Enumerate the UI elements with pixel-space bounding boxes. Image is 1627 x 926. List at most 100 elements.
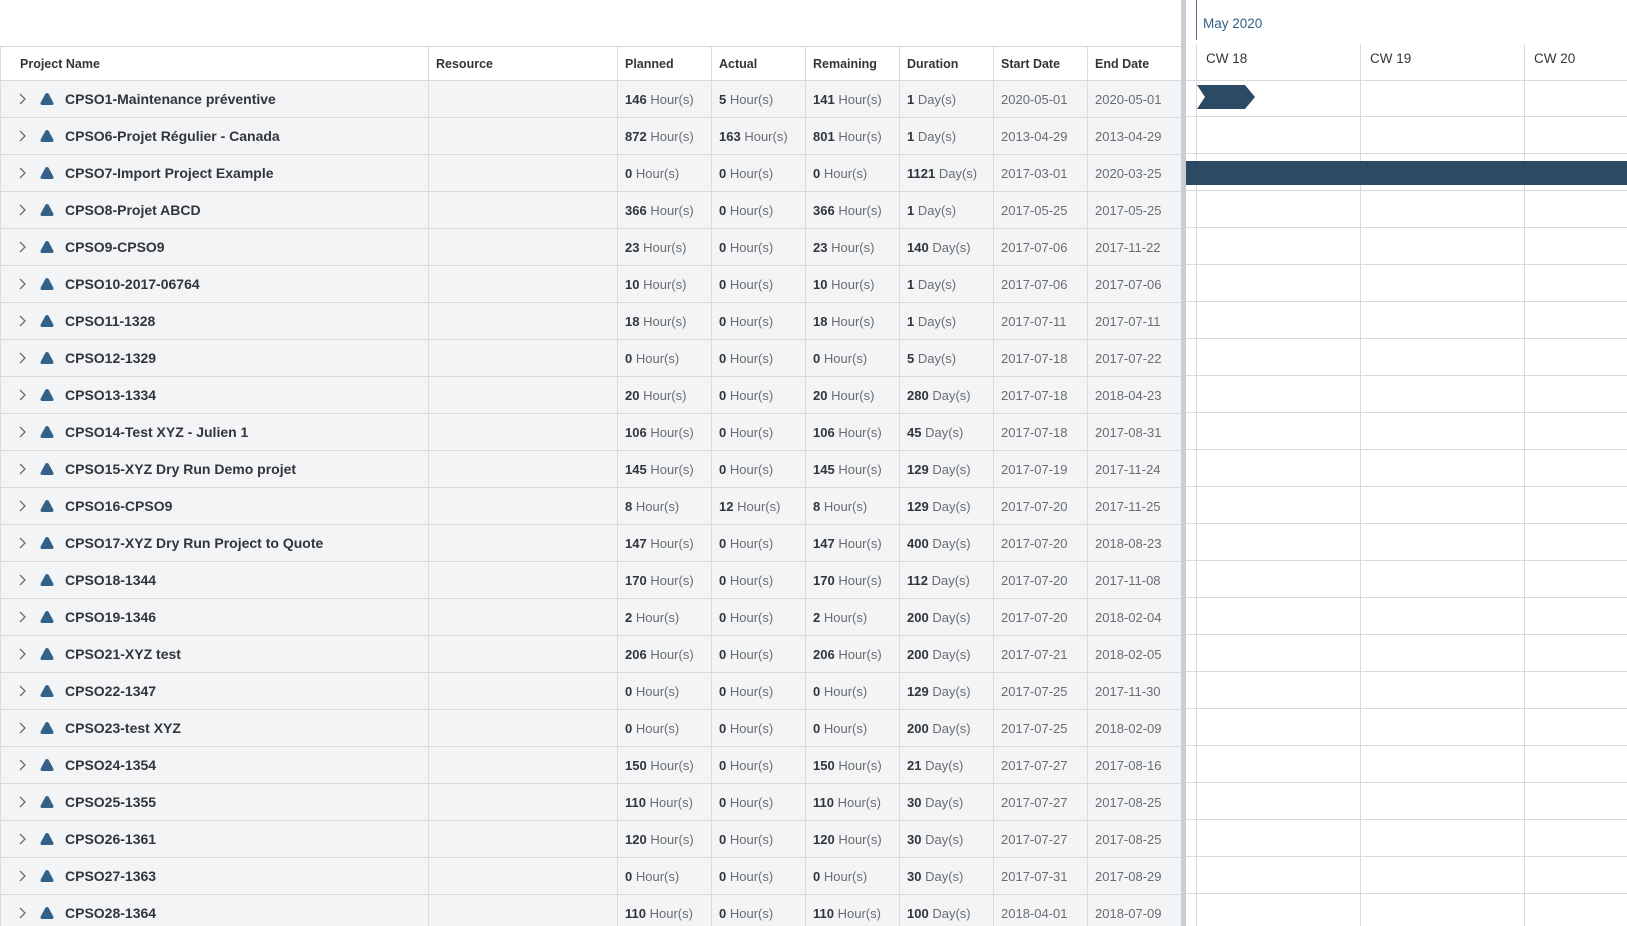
project-name[interactable]: CPSO13-1334 xyxy=(65,387,156,403)
table-row[interactable]: CPSO19-1346 2 Hour(s) 0 Hour(s) 2 Hour(s) 20… xyxy=(0,598,1182,636)
resource-cell xyxy=(428,635,618,673)
table-row[interactable]: CPSO26-1361 120 Hour(s) 0 Hour(s) 120 Hour(… xyxy=(0,820,1182,858)
expand-chevron-icon[interactable] xyxy=(15,388,29,402)
expand-chevron-icon[interactable] xyxy=(15,499,29,513)
expand-chevron-icon[interactable] xyxy=(15,647,29,661)
gantt-task-bar[interactable] xyxy=(1186,161,1627,185)
table-row[interactable]: CPSO8-Projet ABCD 366 Hour(s) 0 Hour(s) 366… xyxy=(0,191,1182,229)
expand-chevron-icon[interactable] xyxy=(15,351,29,365)
project-name[interactable]: CPSO24-1354 xyxy=(65,757,156,773)
actual-value: 0 xyxy=(719,239,727,255)
project-name[interactable]: CPSO15-XYZ Dry Run Demo projet xyxy=(65,461,296,477)
project-name[interactable]: CPSO18-1344 xyxy=(65,572,156,588)
remaining-cell: 110 Hour(s) xyxy=(805,894,900,926)
column-header-end-date[interactable]: End Date xyxy=(1087,46,1182,81)
expand-chevron-icon[interactable] xyxy=(15,758,29,772)
start-date-cell: 2017-07-18 xyxy=(993,376,1088,414)
start-date: 2013-04-29 xyxy=(1001,128,1068,144)
duration-cell: 112 Day(s) xyxy=(899,561,994,599)
column-header-project-name[interactable]: Project Name xyxy=(0,46,429,81)
expand-chevron-icon[interactable] xyxy=(15,277,29,291)
project-name[interactable]: CPSO16-CPSO9 xyxy=(65,498,172,514)
expand-chevron-icon[interactable] xyxy=(15,832,29,846)
project-name[interactable]: CPSO27-1363 xyxy=(65,868,156,884)
project-name[interactable]: CPSO22-1347 xyxy=(65,683,156,699)
table-row[interactable]: CPSO21-XYZ test 206 Hour(s) 0 Hour(s) 206 H… xyxy=(0,635,1182,673)
expand-chevron-icon[interactable] xyxy=(15,92,29,106)
table-row[interactable]: CPSO18-1344 170 Hour(s) 0 Hour(s) 170 Hour(… xyxy=(0,561,1182,599)
expand-chevron-icon[interactable] xyxy=(15,166,29,180)
column-header-start-date[interactable]: Start Date xyxy=(993,46,1088,81)
start-date: 2017-07-27 xyxy=(1001,831,1068,847)
planned-value: 0 xyxy=(625,720,633,736)
end-date: 2017-08-31 xyxy=(1095,424,1162,440)
table-row[interactable]: CPSO27-1363 0 Hour(s) 0 Hour(s) 0 Hour(s) 30… xyxy=(0,857,1182,895)
project-name[interactable]: CPSO28-1364 xyxy=(65,905,156,921)
expand-chevron-icon[interactable] xyxy=(15,462,29,476)
expand-chevron-icon[interactable] xyxy=(15,425,29,439)
table-row[interactable]: CPSO7-Import Project Example 0 Hour(s) 0 H… xyxy=(0,154,1182,192)
project-name[interactable]: CPSO7-Import Project Example xyxy=(65,165,274,181)
table-row[interactable]: CPSO17-XYZ Dry Run Project to Quote 147 H… xyxy=(0,524,1182,562)
column-header-resource[interactable]: Resource xyxy=(428,46,618,81)
project-name[interactable]: CPSO6-Projet Régulier - Canada xyxy=(65,128,280,144)
project-name[interactable]: CPSO26-1361 xyxy=(65,831,156,847)
end-date-cell: 2018-02-04 xyxy=(1087,598,1182,636)
gantt-task-bar[interactable] xyxy=(1197,85,1257,114)
expand-chevron-icon[interactable] xyxy=(15,573,29,587)
project-name[interactable]: CPSO10-2017-06764 xyxy=(65,276,200,292)
table-row[interactable]: CPSO22-1347 0 Hour(s) 0 Hour(s) 0 Hour(s) 12… xyxy=(0,672,1182,710)
table-row[interactable]: CPSO13-1334 20 Hour(s) 0 Hour(s) 20 Hour(s)… xyxy=(0,376,1182,414)
project-name[interactable]: CPSO11-1328 xyxy=(65,313,155,329)
project-name[interactable]: CPSO9-CPSO9 xyxy=(65,239,165,255)
table-row[interactable]: CPSO24-1354 150 Hour(s) 0 Hour(s) 150 Hour(… xyxy=(0,746,1182,784)
expand-chevron-icon[interactable] xyxy=(15,314,29,328)
resource-cell xyxy=(428,487,618,525)
table-row[interactable]: CPSO12-1329 0 Hour(s) 0 Hour(s) 0 Hour(s) 5 … xyxy=(0,339,1182,377)
project-name[interactable]: CPSO19-1346 xyxy=(65,609,156,625)
remaining-value: 110 xyxy=(813,905,834,921)
project-name[interactable]: CPSO12-1329 xyxy=(65,350,156,366)
expand-chevron-icon[interactable] xyxy=(15,684,29,698)
expand-chevron-icon[interactable] xyxy=(15,721,29,735)
table-row[interactable]: CPSO14-Test XYZ - Julien 1 106 Hour(s) 0 H… xyxy=(0,413,1182,451)
expand-chevron-icon[interactable] xyxy=(15,536,29,550)
table-row[interactable]: CPSO9-CPSO9 23 Hour(s) 0 Hour(s) 23 Hour(s)… xyxy=(0,228,1182,266)
remaining-cell: 0 Hour(s) xyxy=(805,709,900,747)
project-name[interactable]: CPSO1-Maintenance préventive xyxy=(65,91,276,107)
project-name[interactable]: CPSO8-Projet ABCD xyxy=(65,202,201,218)
table-row[interactable]: CPSO6-Projet Régulier - Canada 872 Hour(s… xyxy=(0,117,1182,155)
column-header-planned[interactable]: Planned xyxy=(617,46,712,81)
table-row[interactable]: CPSO10-2017-06764 10 Hour(s) 0 Hour(s) 10 H… xyxy=(0,265,1182,303)
project-type-icon xyxy=(39,831,55,847)
table-row[interactable]: CPSO15-XYZ Dry Run Demo projet 145 Hour(s… xyxy=(0,450,1182,488)
actual-value: 0 xyxy=(719,720,727,736)
table-row[interactable]: CPSO25-1355 110 Hour(s) 0 Hour(s) 110 Hour(… xyxy=(0,783,1182,821)
actual-value: 0 xyxy=(719,609,727,625)
actual-cell: 0 Hour(s) xyxy=(711,783,806,821)
project-name[interactable]: CPSO14-Test XYZ - Julien 1 xyxy=(65,424,248,440)
expand-chevron-icon[interactable] xyxy=(15,610,29,624)
expand-chevron-icon[interactable] xyxy=(15,869,29,883)
duration-cell: 400 Day(s) xyxy=(899,524,994,562)
project-name[interactable]: CPSO17-XYZ Dry Run Project to Quote xyxy=(65,535,323,551)
column-header-actual[interactable]: Actual xyxy=(711,46,806,81)
table-row[interactable]: CPSO23-test XYZ 0 Hour(s) 0 Hour(s) 0 Hour(… xyxy=(0,709,1182,747)
table-row[interactable]: CPSO16-CPSO9 8 Hour(s) 12 Hour(s) 8 Hour(s)… xyxy=(0,487,1182,525)
column-header-duration[interactable]: Duration xyxy=(899,46,994,81)
column-header-remaining[interactable]: Remaining xyxy=(805,46,900,81)
expand-chevron-icon[interactable] xyxy=(15,129,29,143)
expand-chevron-icon[interactable] xyxy=(15,795,29,809)
table-row[interactable]: CPSO28-1364 110 Hour(s) 0 Hour(s) 110 Hour(… xyxy=(0,894,1182,926)
expand-chevron-icon[interactable] xyxy=(15,203,29,217)
end-date-cell: 2018-02-09 xyxy=(1087,709,1182,747)
actual-value: 0 xyxy=(719,202,727,218)
project-name[interactable]: CPSO25-1355 xyxy=(65,794,156,810)
remaining-value: 0 xyxy=(813,720,821,736)
expand-chevron-icon[interactable] xyxy=(15,906,29,920)
table-row[interactable]: CPSO11-1328 18 Hour(s) 0 Hour(s) 18 Hour(s)… xyxy=(0,302,1182,340)
project-name[interactable]: CPSO23-test XYZ xyxy=(65,720,181,736)
expand-chevron-icon[interactable] xyxy=(15,240,29,254)
table-row[interactable]: CPSO1-Maintenance préventive 146 Hour(s) 5… xyxy=(0,80,1182,118)
project-name[interactable]: CPSO21-XYZ test xyxy=(65,646,181,662)
